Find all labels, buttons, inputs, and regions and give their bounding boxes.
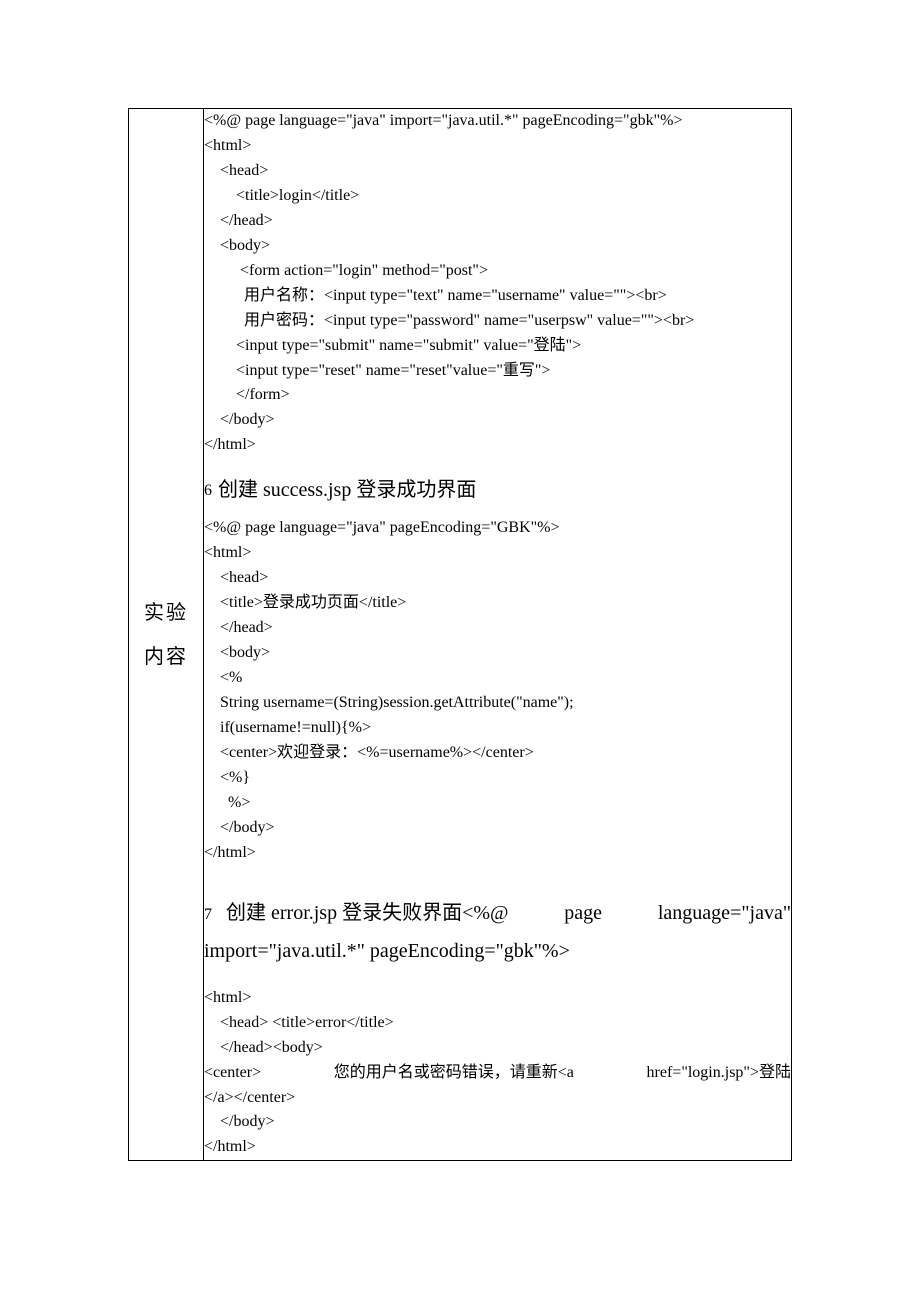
code-line: </body> bbox=[204, 1110, 791, 1135]
code-line: <%} bbox=[204, 766, 791, 791]
code-line: </form> bbox=[204, 383, 791, 408]
code-line: <% bbox=[204, 666, 791, 691]
code-part-c: href="login.jsp">登陆 bbox=[647, 1061, 791, 1086]
code-line: <input type="reset" name="reset"value="重… bbox=[204, 359, 791, 384]
label-line-1: 实验 bbox=[129, 591, 203, 635]
code-line: <title>登录成功页面</title> bbox=[204, 591, 791, 616]
section-heading-6: 6 创建 success.jsp 登录成功界面 bbox=[204, 476, 791, 504]
code-line: <%@ page language="java" import="java.ut… bbox=[204, 109, 791, 134]
code-line: 用户密码：<input type="password" name="userps… bbox=[204, 309, 791, 334]
section-heading-7-line2: import="java.util.*" pageEncoding="gbk"%… bbox=[204, 932, 791, 970]
code-line: String username=(String)session.getAttri… bbox=[204, 691, 791, 716]
code-line: <body> bbox=[204, 641, 791, 666]
code-line: <head> bbox=[204, 566, 791, 591]
code-line: <title>login</title> bbox=[204, 184, 791, 209]
code-line: <head> bbox=[204, 159, 791, 184]
heading-part-a: 创建 error.jsp 登录失败界面<%@ bbox=[226, 902, 508, 924]
code-line: </head> bbox=[204, 616, 791, 641]
left-label-cell: 实验 内容 bbox=[129, 109, 204, 1161]
label-line-2: 内容 bbox=[129, 635, 203, 679]
code-line: </html> bbox=[204, 841, 791, 866]
code-line: <head> <title>error</title> bbox=[204, 1011, 791, 1036]
code-line: </head><body> bbox=[204, 1036, 791, 1061]
code-line: <html> bbox=[204, 134, 791, 159]
code-part-a: <center> bbox=[204, 1061, 261, 1086]
code-part-b: 您的用户名或密码错误，请重新<a bbox=[334, 1061, 574, 1086]
code-line: 用户名称：<input type="text" name="username" … bbox=[204, 284, 791, 309]
code-line: </html> bbox=[204, 433, 791, 458]
code-line: <form action="login" method="post"> bbox=[204, 259, 791, 284]
document-table: 实验 内容 <%@ page language="java" import="j… bbox=[128, 108, 792, 1161]
code-line: <input type="submit" name="submit" value… bbox=[204, 334, 791, 359]
code-line: if(username!=null){%> bbox=[204, 716, 791, 741]
code-line: </head> bbox=[204, 209, 791, 234]
code-line: </body> bbox=[204, 816, 791, 841]
code-line: <body> bbox=[204, 234, 791, 259]
code-line: <html> bbox=[204, 986, 791, 1011]
code-line: </html> bbox=[204, 1135, 791, 1160]
code-line: <html> bbox=[204, 541, 791, 566]
heading-number: 7 bbox=[204, 906, 212, 923]
code-line: <%@ page language="java" pageEncoding="G… bbox=[204, 516, 791, 541]
content-cell: <%@ page language="java" import="java.ut… bbox=[204, 109, 792, 1161]
heading-text: 创建 success.jsp 登录成功界面 bbox=[218, 479, 476, 501]
code-line: %> bbox=[204, 791, 791, 816]
code-line-justified: <center> 您的用户名或密码错误，请重新<a href="login.js… bbox=[204, 1061, 791, 1086]
code-line: <center>欢迎登录：<%=username%></center> bbox=[204, 741, 791, 766]
code-line: </body> bbox=[204, 408, 791, 433]
heading-part-c: language="java" bbox=[658, 894, 791, 932]
section-heading-7-line1: 7 创建 error.jsp 登录失败界面<%@ page language="j… bbox=[204, 894, 791, 932]
heading-part-b: page bbox=[564, 894, 602, 932]
code-line: </a></center> bbox=[204, 1086, 791, 1111]
heading-number: 6 bbox=[204, 482, 212, 499]
